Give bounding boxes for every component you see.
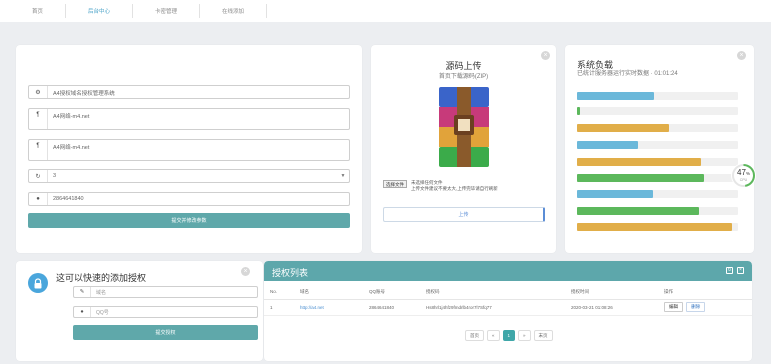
chevron-down-icon: ▼ xyxy=(340,173,346,179)
load-bar-fill xyxy=(577,141,639,149)
qq-placeholder[interactable]: QQ号 xyxy=(90,307,109,317)
cell-no: 1 xyxy=(264,299,294,316)
site-name-textarea-1[interactable]: ¶ A4网络-m4.net xyxy=(28,108,350,130)
domain-placeholder[interactable]: 域名 xyxy=(90,287,106,297)
lock-icon xyxy=(28,273,48,293)
load-bar xyxy=(577,92,738,100)
load-bar-fill xyxy=(577,190,653,198)
edit-button[interactable]: 编辑 xyxy=(664,302,683,312)
load-bar-fill xyxy=(577,207,700,215)
cell-time: 2020-03-21 01:08:26 xyxy=(565,299,658,316)
page-first[interactable]: 首页 xyxy=(465,330,484,341)
file-picker: 选择文件 未选择任何文件 上传文件建议不要太大,上传完毕请自行刷新 xyxy=(383,180,498,192)
gear-icon: ⚙ xyxy=(35,90,41,96)
quick-add-panel: × 这可以快速的添加授权 ✎ 域名 ● QQ号 提交授权 xyxy=(16,261,263,361)
site-name-2-value[interactable]: A4网络-m4.net xyxy=(47,140,349,160)
col-actions: 操作 xyxy=(658,285,752,300)
col-time: 授权时间 xyxy=(565,285,658,300)
user-icon: ● xyxy=(80,309,84,315)
table-header-row: No. 域名 QQ账号 授权码 授权时间 操作 xyxy=(264,285,752,300)
submit-auth-button[interactable]: 提交授权 xyxy=(73,325,258,340)
load-bar-fill xyxy=(577,158,701,166)
delete-button[interactable]: 删除 xyxy=(686,302,706,312)
load-bar-fill xyxy=(577,92,655,100)
col-qq: QQ账号 xyxy=(363,285,420,300)
load-bar-fill xyxy=(577,107,581,115)
load-bar-fill xyxy=(577,174,705,182)
qq-input[interactable]: ● QQ号 xyxy=(73,306,258,318)
close-icon[interactable]: × xyxy=(241,267,250,276)
option-select[interactable]: ↻ 3 ▼ xyxy=(28,169,350,183)
load-bar xyxy=(577,207,738,215)
auth-list-header: 授权列表 ↻ × xyxy=(264,261,752,281)
qq-field[interactable]: ● 2864641840 xyxy=(28,192,350,206)
page-last[interactable]: 末页 xyxy=(533,330,553,341)
table-row: 1 http://a4.net 2864641840 Hs8hrl1j4hfz9… xyxy=(264,299,752,316)
system-name-field[interactable]: ⚙ A4授权域名授权管理系统 xyxy=(28,85,350,99)
upload-button[interactable]: 上传 xyxy=(383,207,545,222)
load-bar-fill xyxy=(577,124,669,132)
nav-item-online-add[interactable]: 在线添加 xyxy=(200,4,268,18)
source-upload-panel: × 源码上传 首页下载源码(ZIP) 选择文件 未选择任何文件 上传文件建议不要… xyxy=(371,45,556,253)
qq-value[interactable]: 2864641840 xyxy=(47,193,349,205)
upload-subtitle: 首页下载源码(ZIP) xyxy=(438,74,489,80)
paragraph-icon: ¶ xyxy=(36,143,40,149)
auth-table: No. 域名 QQ账号 授权码 授权时间 操作 1 http://a4.net … xyxy=(264,285,752,316)
nav-item-card-management[interactable]: 卡密管理 xyxy=(133,4,201,18)
link-icon: ✎ xyxy=(79,289,85,295)
pagination: 首页 « 1 » 末页 xyxy=(465,330,553,341)
top-navigation: 首页 后台中心 卡密管理 在线添加 xyxy=(0,0,771,22)
load-bar xyxy=(577,223,738,231)
load-bar-fill xyxy=(577,223,732,231)
load-bar xyxy=(577,158,738,166)
col-domain: 域名 xyxy=(294,285,363,300)
choose-file-button[interactable]: 选择文件 xyxy=(383,180,407,188)
auth-list-panel: 授权列表 ↻ × No. 域名 QQ账号 授权码 授权时间 操作 1 http:… xyxy=(264,261,752,361)
cell-qq: 2864641840 xyxy=(363,299,420,316)
load-bar xyxy=(577,141,738,149)
load-subtitle: 已统计服务器运行实时数据 · 01:01:24 xyxy=(577,71,678,77)
submit-settings-button[interactable]: 提交并修改参数 xyxy=(28,213,350,228)
user-icon: ● xyxy=(36,196,40,202)
settings-form-panel: ⚙ A4授权域名授权管理系统 ¶ A4网络-m4.net ¶ A4网络-m4.n… xyxy=(16,45,362,253)
nav-item-dashboard[interactable]: 后台中心 xyxy=(66,4,134,18)
load-bar xyxy=(577,107,738,115)
page-next[interactable]: » xyxy=(518,330,531,341)
load-bar xyxy=(577,190,738,198)
cell-domain-link[interactable]: http://a4.net xyxy=(294,299,363,316)
col-code: 授权码 xyxy=(420,285,565,300)
col-no: No. xyxy=(264,285,294,300)
load-bar xyxy=(577,124,738,132)
option-select-value[interactable]: 3 xyxy=(47,170,337,182)
close-icon[interactable]: × xyxy=(737,267,744,274)
quick-add-title: 这可以快速的添加授权 xyxy=(56,273,147,283)
archive-icon xyxy=(439,87,489,167)
load-bar xyxy=(577,174,738,182)
paragraph-icon: ¶ xyxy=(36,112,40,118)
nav-item-home[interactable]: 首页 xyxy=(0,4,67,18)
gauge-label: CPU xyxy=(739,178,748,182)
cell-code: Hs8hrl1j4hfz9fmdrlb4ror7l7Sfq77 xyxy=(420,299,565,316)
refresh-icon: ↻ xyxy=(35,174,41,180)
page-prev[interactable]: « xyxy=(487,330,500,341)
system-load-panel: × 系统负载 已统计服务器运行实时数据 · 01:01:24 47% CPU xyxy=(565,45,756,253)
refresh-icon[interactable]: ↻ xyxy=(726,267,733,274)
upload-note: 上传文件建议不要太大,上传完毕请自行刷新 xyxy=(411,186,498,191)
auth-list-title: 授权列表 xyxy=(272,268,309,278)
site-name-textarea-2[interactable]: ¶ A4网络-m4.net xyxy=(28,139,350,161)
page-current[interactable]: 1 xyxy=(502,330,516,341)
domain-input[interactable]: ✎ 域名 xyxy=(73,286,258,298)
gauge-value: 47% xyxy=(737,168,750,177)
system-name-value[interactable]: A4授权域名授权管理系统 xyxy=(47,86,349,98)
close-icon[interactable]: × xyxy=(737,51,746,60)
cell-actions: 编辑 删除 xyxy=(658,299,752,316)
site-name-1-value[interactable]: A4网络-m4.net xyxy=(47,109,349,129)
cpu-gauge: 47% CPU xyxy=(731,163,756,188)
